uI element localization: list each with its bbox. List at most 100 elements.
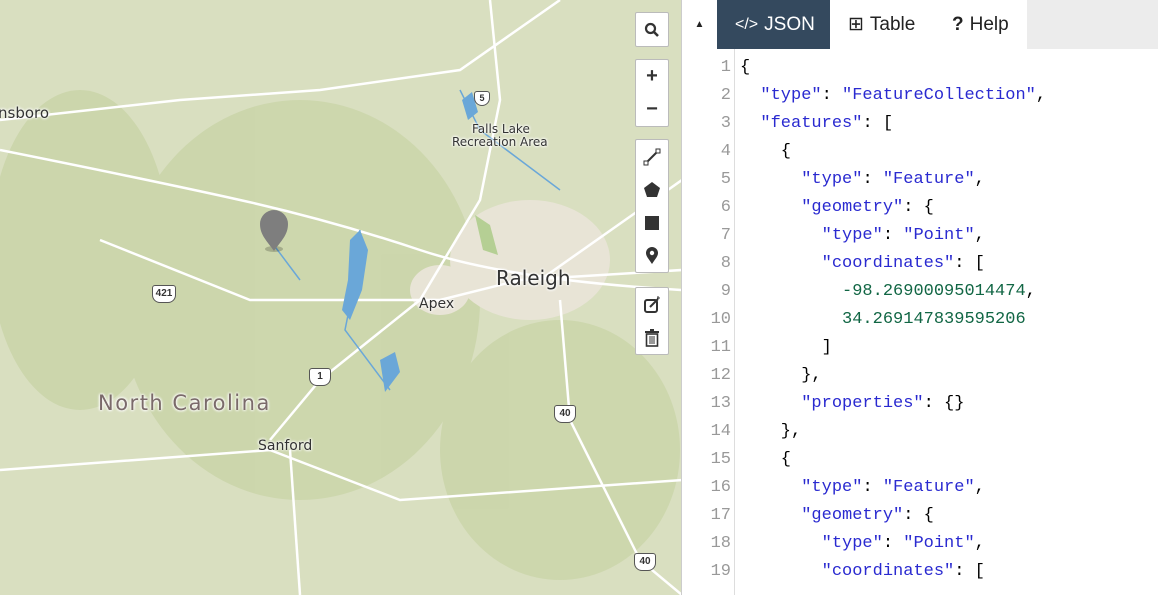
line-number: 8 — [682, 250, 731, 278]
code-text: "properties": {} — [740, 390, 964, 418]
line-number: 11 — [682, 334, 731, 362]
code-token — [740, 226, 822, 245]
code-token: "type" — [801, 170, 862, 189]
code-text: 34.269147839595206 — [740, 306, 1026, 334]
edit-toolbar — [635, 287, 669, 355]
code-token — [740, 282, 842, 301]
route-shield-1: 1 — [309, 368, 331, 386]
code-token: "Feature" — [883, 478, 975, 497]
help-icon: ? — [952, 14, 964, 36]
marker-icon — [645, 247, 659, 265]
code-token: : [ — [862, 114, 893, 133]
rectangle-icon — [644, 215, 660, 231]
line-number: 16 — [682, 474, 731, 502]
code-token — [740, 394, 801, 413]
code-text: "geometry": { — [740, 502, 934, 530]
search-icon — [644, 22, 660, 38]
code-token: : [ — [954, 254, 985, 273]
code-token: : [ — [954, 562, 985, 581]
draw-polygon-button[interactable] — [636, 173, 668, 206]
code-token: "coordinates" — [822, 254, 955, 273]
code-token: 34.269147839595206 — [842, 310, 1026, 329]
city-label-sanford: Sanford — [258, 438, 312, 454]
code-text: { — [740, 138, 791, 166]
code-token — [740, 86, 760, 105]
delete-button[interactable] — [636, 321, 668, 354]
route-shield-40-south: 40 — [634, 553, 656, 571]
tab-help[interactable]: ?Help — [934, 0, 1027, 49]
code-token: : — [883, 226, 903, 245]
edit-icon — [643, 296, 661, 314]
tab-table[interactable]: ⊞Table — [830, 0, 934, 49]
line-number: 6 — [682, 194, 731, 222]
draw-rectangle-button[interactable] — [636, 206, 668, 239]
code-token — [740, 506, 801, 525]
point-marker-icon[interactable] — [257, 207, 291, 253]
code-token: "type" — [801, 478, 862, 497]
code-token: : {} — [924, 394, 965, 413]
park-label-recreation-area: Recreation Area — [452, 135, 548, 149]
code-token: "type" — [760, 86, 821, 105]
line-icon — [643, 148, 661, 166]
code-token: "type" — [822, 226, 883, 245]
code-token: , — [975, 478, 985, 497]
draw-line-button[interactable] — [636, 140, 668, 173]
map[interactable]: nsboro Falls Lake Recreation Area Raleig… — [0, 0, 682, 595]
code-token: -98.26900095014474 — [842, 282, 1026, 301]
code-token: , — [975, 534, 985, 553]
code-token — [740, 114, 760, 133]
zoom-out-button[interactable]: − — [636, 93, 668, 126]
code-token — [740, 310, 842, 329]
code-token: "Point" — [903, 534, 974, 553]
table-icon: ⊞ — [848, 13, 864, 36]
search-control[interactable] — [635, 12, 669, 47]
route-shield-421: 421 — [152, 285, 176, 303]
code-text: -98.26900095014474, — [740, 278, 1036, 306]
line-number: 4 — [682, 138, 731, 166]
tab-json[interactable]: </>JSON — [717, 0, 830, 49]
code-token: : — [862, 478, 882, 497]
line-number: 19 — [682, 558, 731, 586]
code-text: { — [740, 446, 791, 474]
trash-icon — [644, 329, 660, 347]
draw-marker-button[interactable] — [636, 239, 668, 272]
zoom-in-button[interactable]: + — [636, 60, 668, 93]
code-token: "Feature" — [883, 170, 975, 189]
line-number: 3 — [682, 110, 731, 138]
collapse-toggle[interactable]: ▲ — [682, 0, 717, 49]
code-token: }, — [740, 422, 801, 441]
line-number: 17 — [682, 502, 731, 530]
code-token: "features" — [760, 114, 862, 133]
code-token: , — [975, 226, 985, 245]
code-token: "Point" — [903, 226, 974, 245]
code-text: "coordinates": [ — [740, 558, 985, 586]
code-token: , — [1026, 282, 1036, 301]
json-editor[interactable]: 1{2 "type": "FeatureCollection",3 "featu… — [682, 49, 1158, 595]
state-label: North Carolina — [98, 391, 271, 415]
code-token: : — [822, 86, 842, 105]
line-number: 15 — [682, 446, 731, 474]
edit-button[interactable] — [636, 288, 668, 321]
code-text: "type": "FeatureCollection", — [740, 82, 1046, 110]
line-number: 1 — [682, 54, 731, 82]
code-token — [740, 198, 801, 217]
code-icon: </> — [735, 16, 758, 34]
code-text: "type": "Feature", — [740, 166, 985, 194]
code-token: , — [1036, 86, 1046, 105]
code-text: ] — [740, 334, 832, 362]
code-token: { — [740, 58, 750, 77]
code-token: : — [883, 534, 903, 553]
draw-toolbar — [635, 139, 669, 273]
map-basemap — [0, 0, 682, 595]
line-number: 7 — [682, 222, 731, 250]
code-token: : — [862, 170, 882, 189]
code-token: { — [740, 142, 791, 161]
search-button[interactable] — [636, 13, 668, 46]
code-text: }, — [740, 362, 822, 390]
code-token: { — [740, 450, 791, 469]
code-token: , — [975, 170, 985, 189]
line-number: 10 — [682, 306, 731, 334]
code-text: { — [740, 54, 750, 82]
code-token: "geometry" — [801, 506, 903, 525]
code-token: }, — [740, 366, 822, 385]
